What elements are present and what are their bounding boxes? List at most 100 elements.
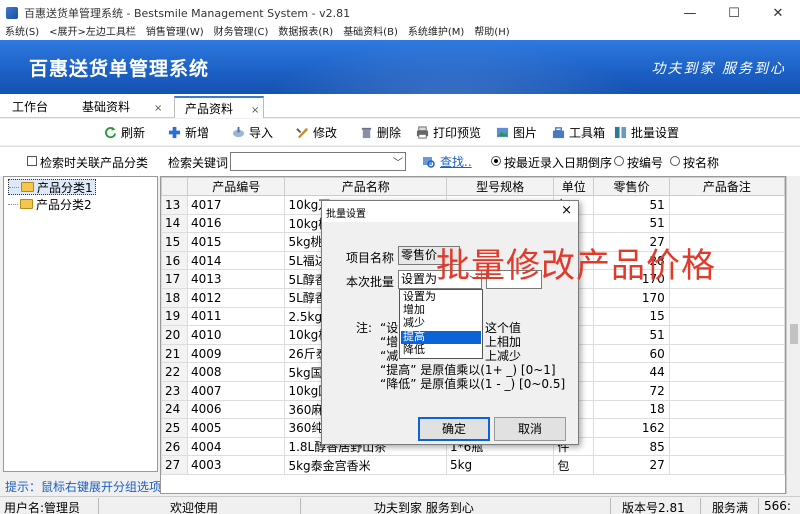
menu-reports[interactable]: 数据报表(R) xyxy=(273,26,338,40)
scrollbar-thumb[interactable] xyxy=(790,324,798,344)
table-cell: 60 xyxy=(593,343,670,364)
table-row[interactable]: 27 4003 5kg泰金宫香米 5kg 包 27 xyxy=(161,455,785,475)
column-header[interactable]: 零售价 xyxy=(593,177,670,196)
table-cell: 51 xyxy=(593,195,670,215)
toolbar: 刷新 新增 导入 修改 删除 打印预览 图片 工具箱 批量设置 xyxy=(0,119,800,145)
table-cell: 85 xyxy=(593,436,670,457)
minimize-button[interactable]: — xyxy=(668,0,712,26)
table-cell: 4007 xyxy=(186,380,286,401)
table-cell: 19 xyxy=(161,306,188,327)
table-cell: 23 xyxy=(161,380,188,401)
table-cell: 72 xyxy=(593,380,670,401)
find-button[interactable]: 查找.. xyxy=(422,153,472,170)
chevron-down-icon[interactable]: ﹀ xyxy=(393,154,403,169)
table-cell: 4014 xyxy=(186,250,286,271)
tab-workbench[interactable]: 工作台 xyxy=(12,96,48,118)
grid-header: 产品编号 产品名称 型号规格 单位 零售价 产品备注 xyxy=(161,177,785,196)
table-cell xyxy=(668,455,785,475)
table-cell xyxy=(668,195,785,215)
dialog-close-icon[interactable]: × xyxy=(561,203,572,218)
tab-close-icon[interactable]: × xyxy=(154,103,162,114)
search-row: 检索时关联产品分类 检索关键词 ﹀ 查找.. 按最近录入日期倒序 按编号 按名称 xyxy=(0,146,800,176)
table-cell xyxy=(668,325,785,345)
category-tree: 产品分类1 产品分类2 xyxy=(3,176,158,472)
vertical-scrollbar[interactable] xyxy=(786,176,800,494)
print-preview-button[interactable]: 打印预览 xyxy=(416,123,481,141)
menu-bar: 系统(S) <展开>左边工具栏 销售管理(W) 财务管理(C) 数据报表(R) … xyxy=(0,26,800,40)
menu-basic-data[interactable]: 基础资料(B) xyxy=(338,26,403,40)
sort-by-code-radio[interactable] xyxy=(614,156,624,166)
close-button[interactable]: ✕ xyxy=(756,0,800,26)
column-header[interactable]: 产品备注 xyxy=(668,177,785,196)
table-cell: 22 xyxy=(161,362,188,382)
table-cell: 27 xyxy=(593,455,670,475)
sort-by-date-radio[interactable] xyxy=(491,156,501,166)
table-cell xyxy=(668,399,785,420)
refresh-button[interactable]: 刷新 xyxy=(104,123,145,141)
tab-label: 产品资料 xyxy=(185,102,234,116)
status-service: 服务满 xyxy=(712,501,749,514)
tab-close-icon[interactable]: × xyxy=(251,105,259,116)
title-bar: 百惠送货单管理系统 - Bestsmile Management System … xyxy=(0,0,800,26)
table-cell: 5kg xyxy=(445,455,555,475)
item-name-label: 项目名称 xyxy=(346,251,395,265)
refresh-icon xyxy=(105,126,117,138)
batch-mode-label: 本次批量 xyxy=(346,275,395,289)
delete-button[interactable]: 删除 xyxy=(360,123,401,141)
tree-item-category-1[interactable]: 产品分类1 xyxy=(8,179,96,195)
sort-by-name-radio[interactable] xyxy=(670,156,680,166)
column-header[interactable]: 产品编号 xyxy=(186,177,286,196)
batch-settings-button[interactable]: 批量设置 xyxy=(614,123,679,141)
tree-item-category-2[interactable]: 产品分类2 xyxy=(8,196,92,212)
table-cell xyxy=(668,362,785,382)
sort-by-date-label: 按最近录入日期倒序 xyxy=(504,156,613,170)
menu-system[interactable]: 系统(S) xyxy=(0,26,44,40)
menu-help[interactable]: 帮助(H) xyxy=(469,26,514,40)
table-cell: 4004 xyxy=(186,436,286,457)
toolbox-button[interactable]: 工具箱 xyxy=(552,123,605,141)
dropdown-option-decrease[interactable]: 减少 xyxy=(401,316,481,330)
edit-button[interactable]: 修改 xyxy=(296,123,337,141)
dropdown-option-increase[interactable]: 增加 xyxy=(401,303,481,317)
dropdown-option-lower[interactable]: 降低 xyxy=(401,343,481,357)
table-cell: 4015 xyxy=(186,232,286,252)
keyword-input[interactable]: ﹀ xyxy=(230,152,406,171)
tab-product-data[interactable]: 产品资料 × xyxy=(174,96,265,118)
table-cell: 20 xyxy=(161,325,188,345)
tab-basic-data[interactable]: 基础资料 × xyxy=(82,96,162,118)
table-cell: 4003 xyxy=(186,455,286,475)
menu-maintenance[interactable]: 系统维护(M) xyxy=(403,26,469,40)
ok-button[interactable]: 确定 xyxy=(418,417,490,441)
edit-icon xyxy=(296,127,309,138)
dropdown-option-raise[interactable]: 提高 xyxy=(401,330,481,344)
picture-icon xyxy=(496,127,509,137)
column-header[interactable] xyxy=(161,177,188,196)
column-header[interactable]: 产品名称 xyxy=(284,177,447,196)
import-icon xyxy=(232,126,245,137)
app-icon xyxy=(6,7,18,19)
table-cell xyxy=(668,418,785,438)
table-cell xyxy=(668,436,785,457)
table-cell: 18 xyxy=(593,399,670,420)
related-category-checkbox[interactable] xyxy=(27,156,37,166)
column-header[interactable]: 型号规格 xyxy=(445,177,555,196)
banner-decoration xyxy=(260,40,640,94)
table-cell: 16 xyxy=(161,250,188,271)
table-cell: 4005 xyxy=(186,418,286,438)
dropdown-option-set[interactable]: 设置为 xyxy=(401,290,481,304)
table-cell: 25 xyxy=(161,418,188,438)
table-cell xyxy=(668,380,785,401)
maximize-button[interactable]: ☐ xyxy=(712,0,756,26)
picture-button[interactable]: 图片 xyxy=(496,123,537,141)
add-button[interactable]: 新增 xyxy=(168,123,209,141)
menu-expand-toolbar[interactable]: <展开>左边工具栏 xyxy=(44,26,141,40)
table-cell xyxy=(668,306,785,327)
folder-icon xyxy=(21,182,34,192)
cancel-button[interactable]: 取消 xyxy=(494,417,566,441)
menu-sales[interactable]: 销售管理(W) xyxy=(141,26,209,40)
menu-finance[interactable]: 财务管理(C) xyxy=(209,26,274,40)
import-button[interactable]: 导入 xyxy=(232,123,273,141)
table-cell xyxy=(668,287,785,308)
table-cell: 51 xyxy=(593,325,670,345)
column-header[interactable]: 单位 xyxy=(553,177,595,196)
